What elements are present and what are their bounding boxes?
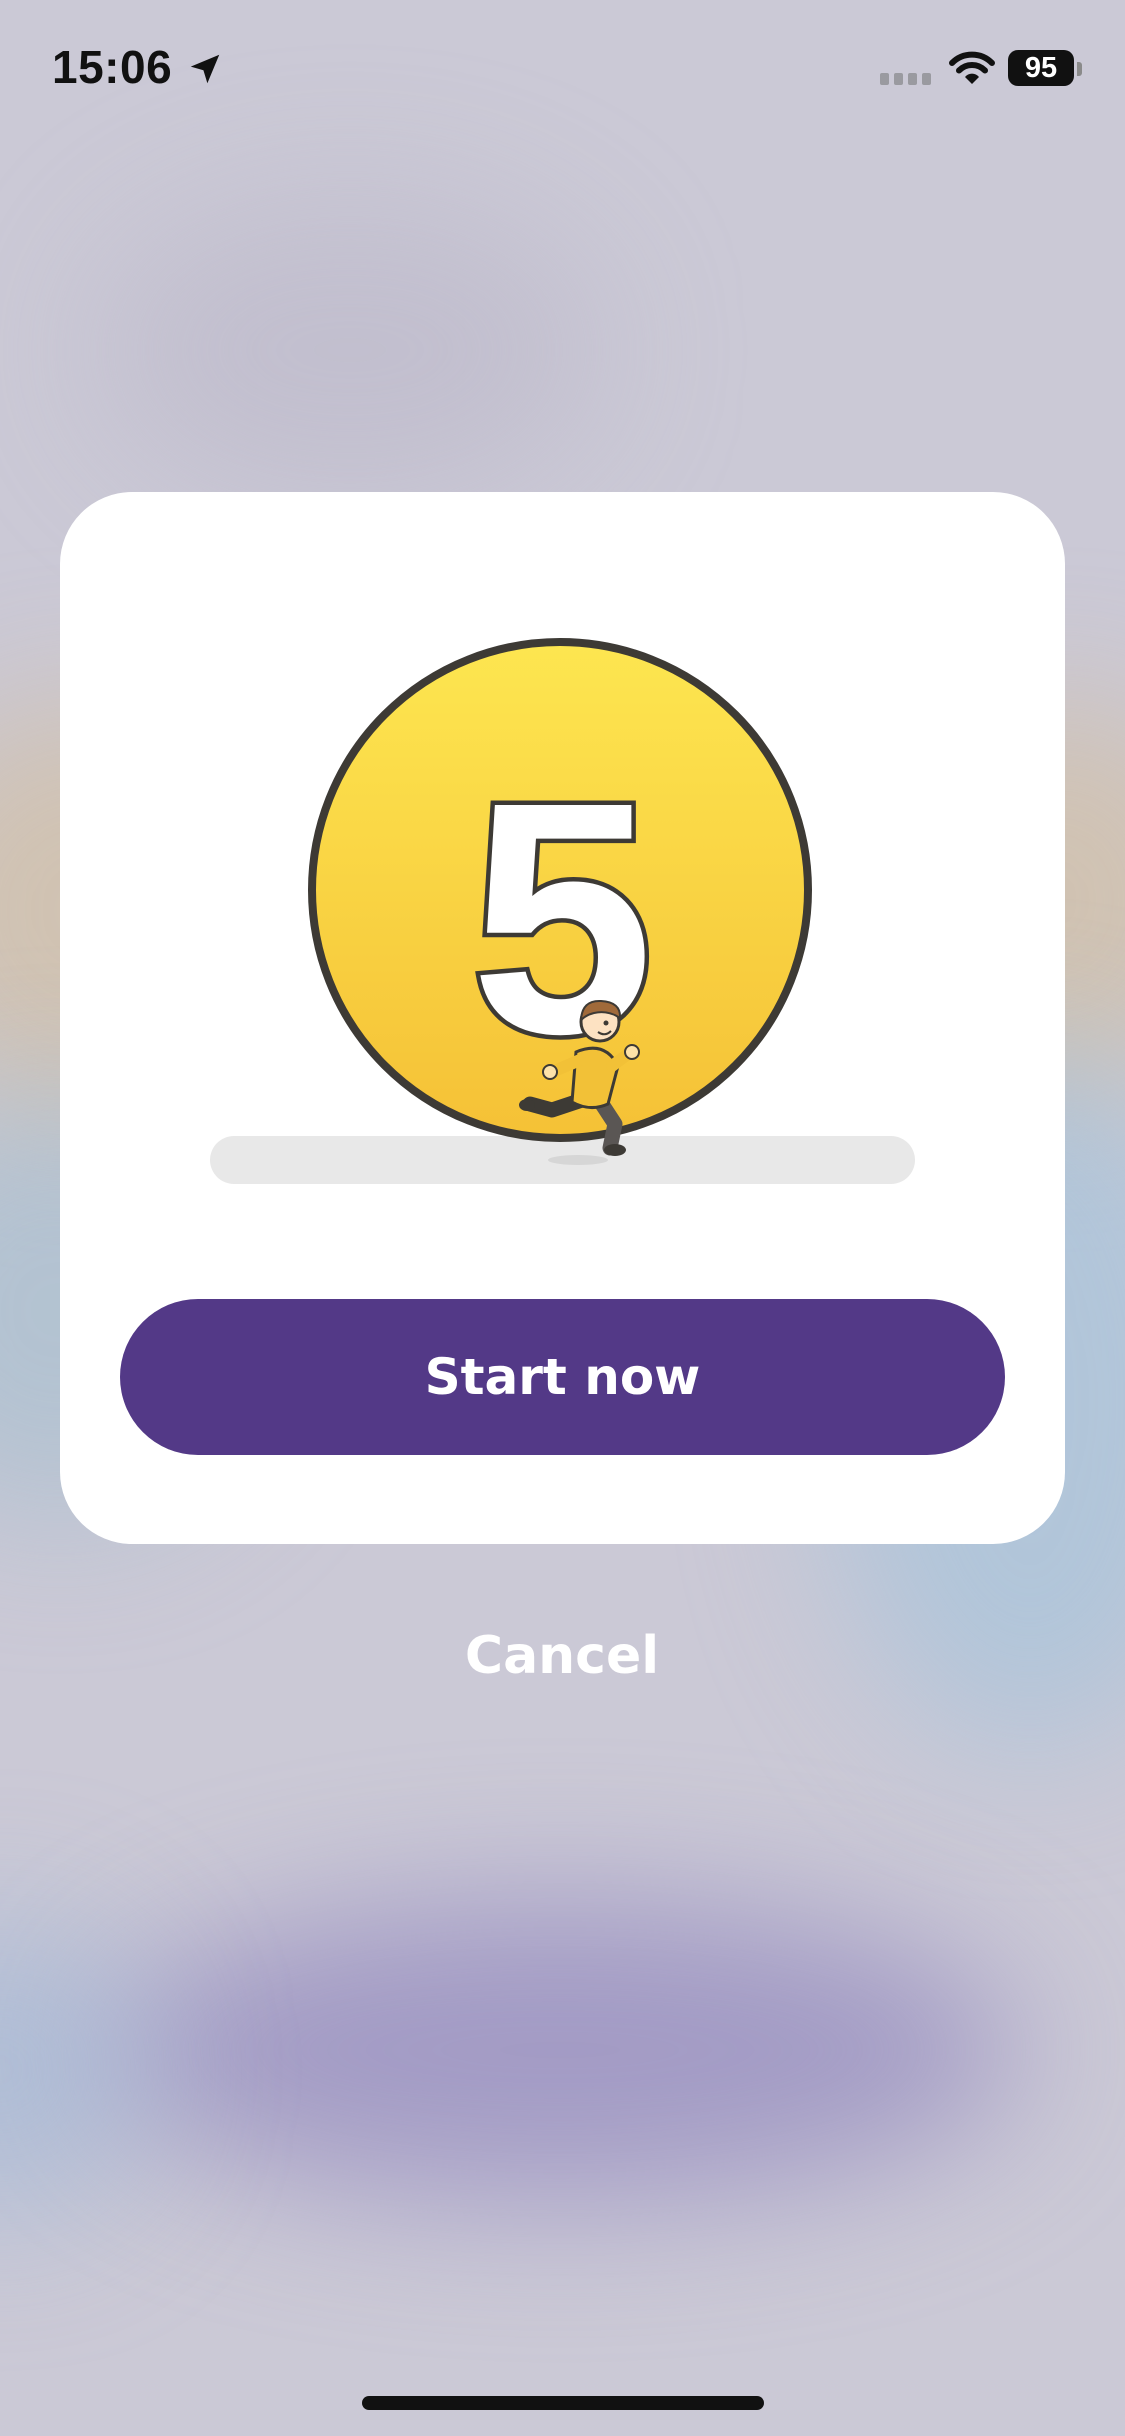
countdown-dialog: 5 Start now [60,492,1065,1544]
signal-icon [880,73,931,85]
location-arrow-icon [190,54,220,84]
home-indicator[interactable] [362,2396,764,2410]
countdown-illustration: 5 [210,638,915,1184]
wifi-icon [949,51,995,84]
start-now-button[interactable]: Start now [120,1299,1005,1455]
battery-tip [1077,62,1082,76]
battery-icon: 95 [1008,50,1074,86]
cancel-button[interactable]: Cancel [412,1616,712,1696]
status-bar: 15:06 95 [0,0,1125,140]
status-time: 15:06 [52,41,173,93]
